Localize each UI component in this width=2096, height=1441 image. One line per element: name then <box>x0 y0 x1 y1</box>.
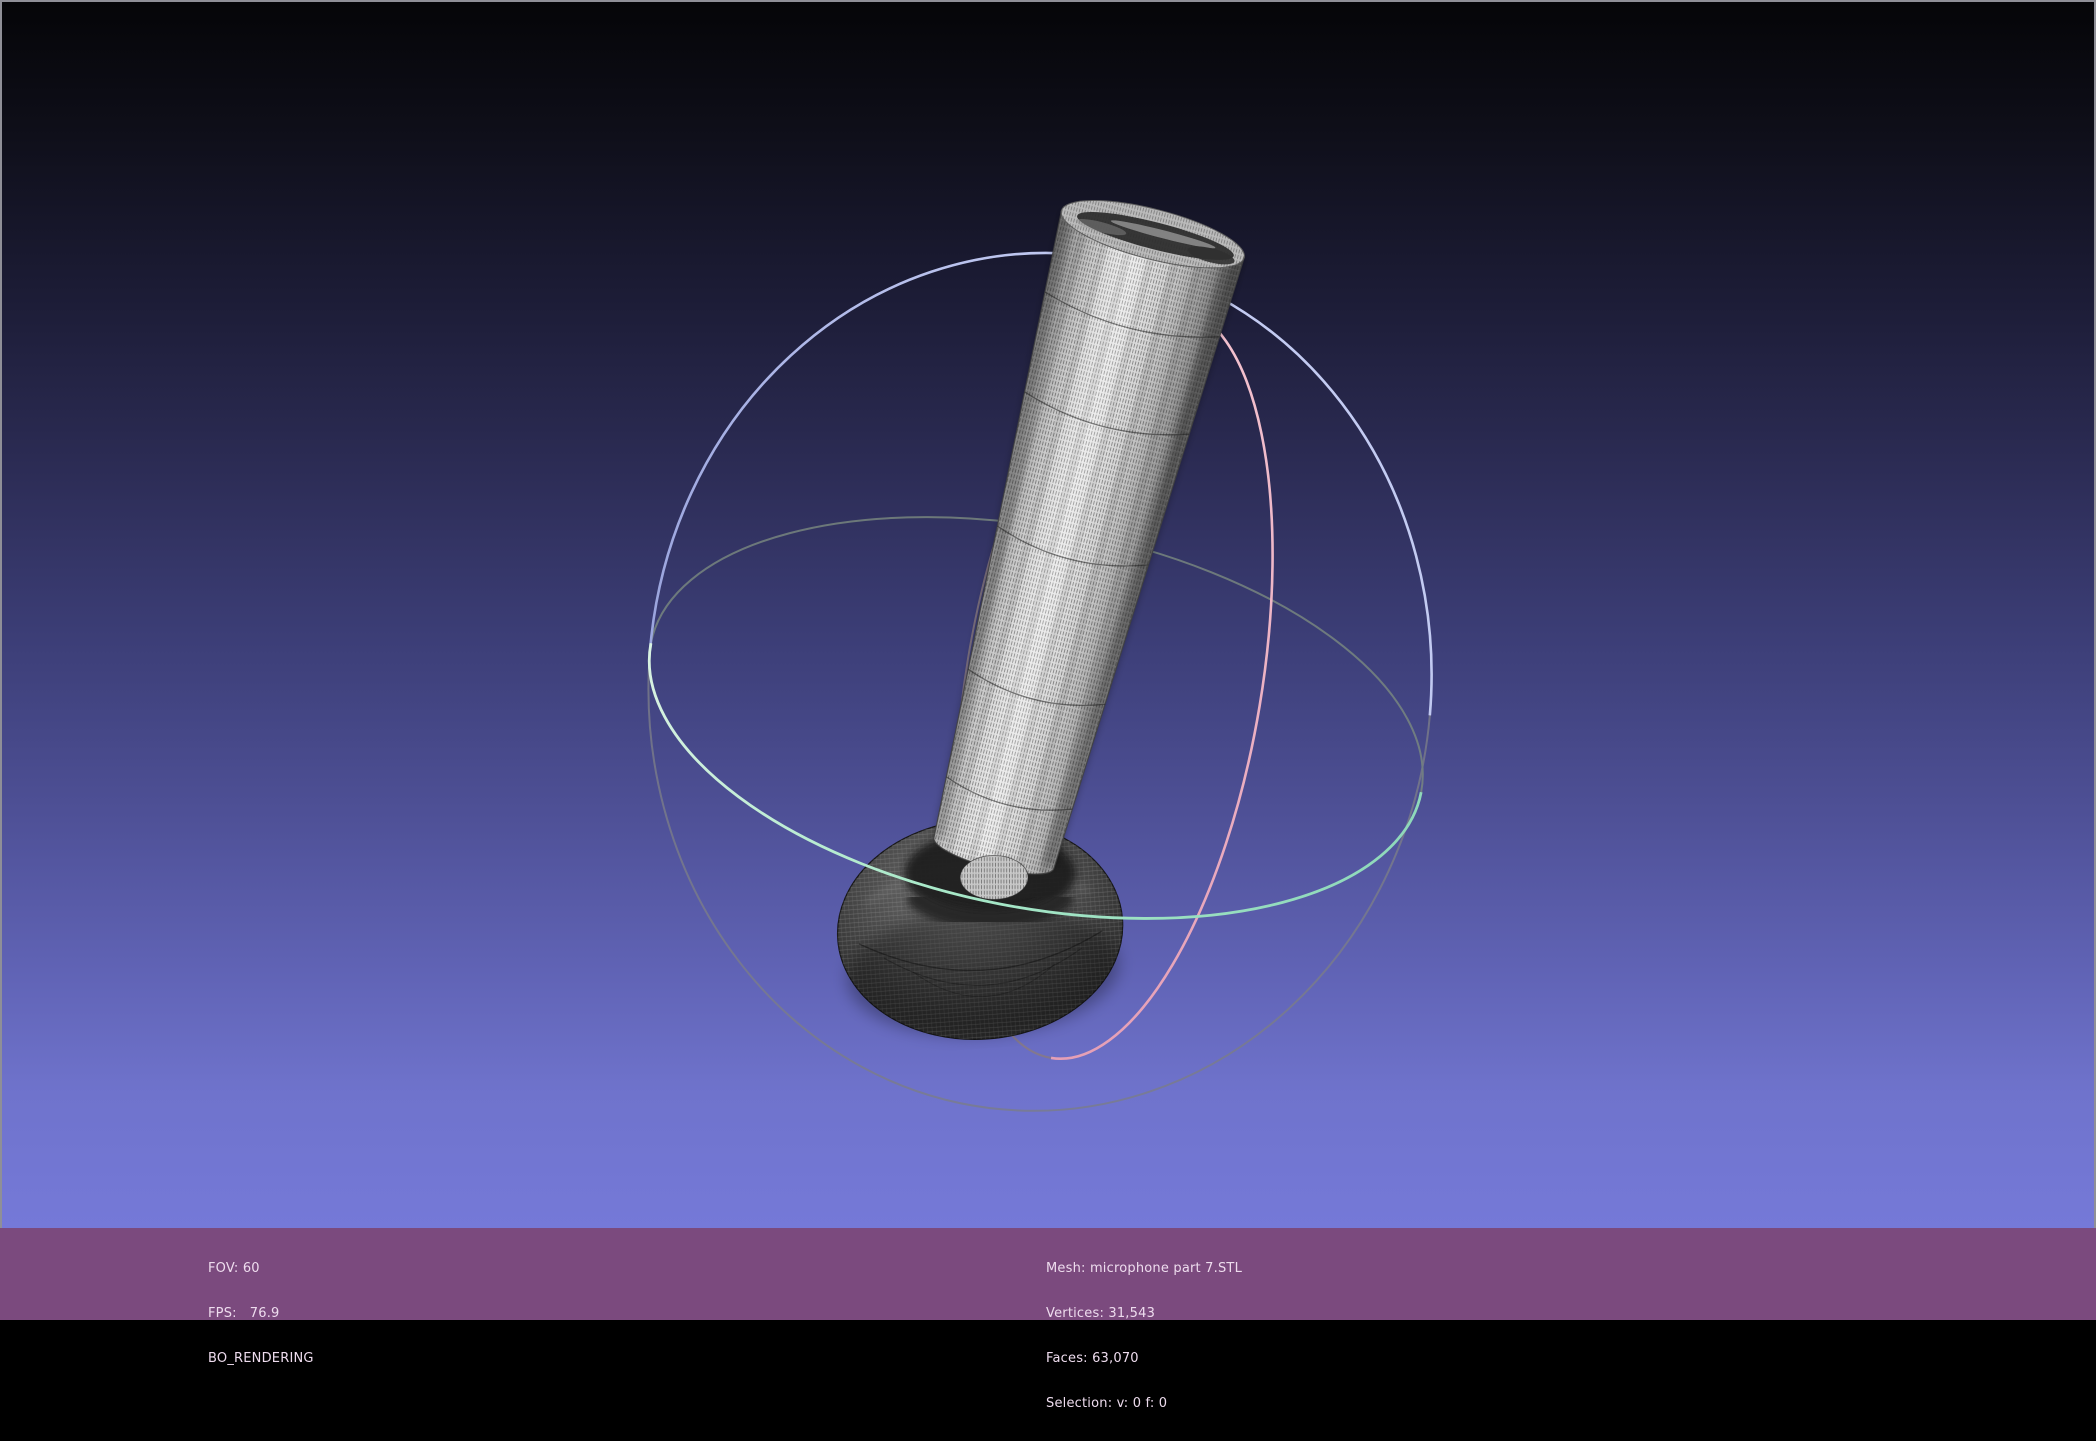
faces-readout: Faces: 63,070 <box>1046 1351 1139 1366</box>
render-mode-readout: BO_RENDERING <box>208 1351 314 1366</box>
mesh-object[interactable] <box>830 187 1250 1049</box>
scene-canvas[interactable] <box>2 2 2094 1228</box>
mesh-inner-wall-hatch <box>960 855 1029 900</box>
fps-readout: FPS: 76.9 <box>208 1306 280 1321</box>
fov-readout: FOV: 60 <box>208 1261 260 1276</box>
mesh-name-readout: Mesh: microphone part 7.STL <box>1046 1261 1243 1276</box>
vertices-readout: Vertices: 31,543 <box>1046 1306 1156 1321</box>
viewport-3d[interactable] <box>0 0 2096 1228</box>
mesh-stats: Mesh: microphone part 7.STL Vertices: 31… <box>1046 1231 1242 1441</box>
mesh-cylinder <box>933 200 1245 875</box>
render-stats: FOV: 60 FPS: 76.9 BO_RENDERING <box>208 1231 314 1396</box>
selection-readout: Selection: v: 0 f: 0 <box>1046 1396 1168 1411</box>
meshlab-window: { "colors": { "bar_bg": "#7b4a7e", "stat… <box>0 0 2096 1411</box>
status-bar: FOV: 60 FPS: 76.9 BO_RENDERING Mesh: mic… <box>0 1228 2096 1411</box>
